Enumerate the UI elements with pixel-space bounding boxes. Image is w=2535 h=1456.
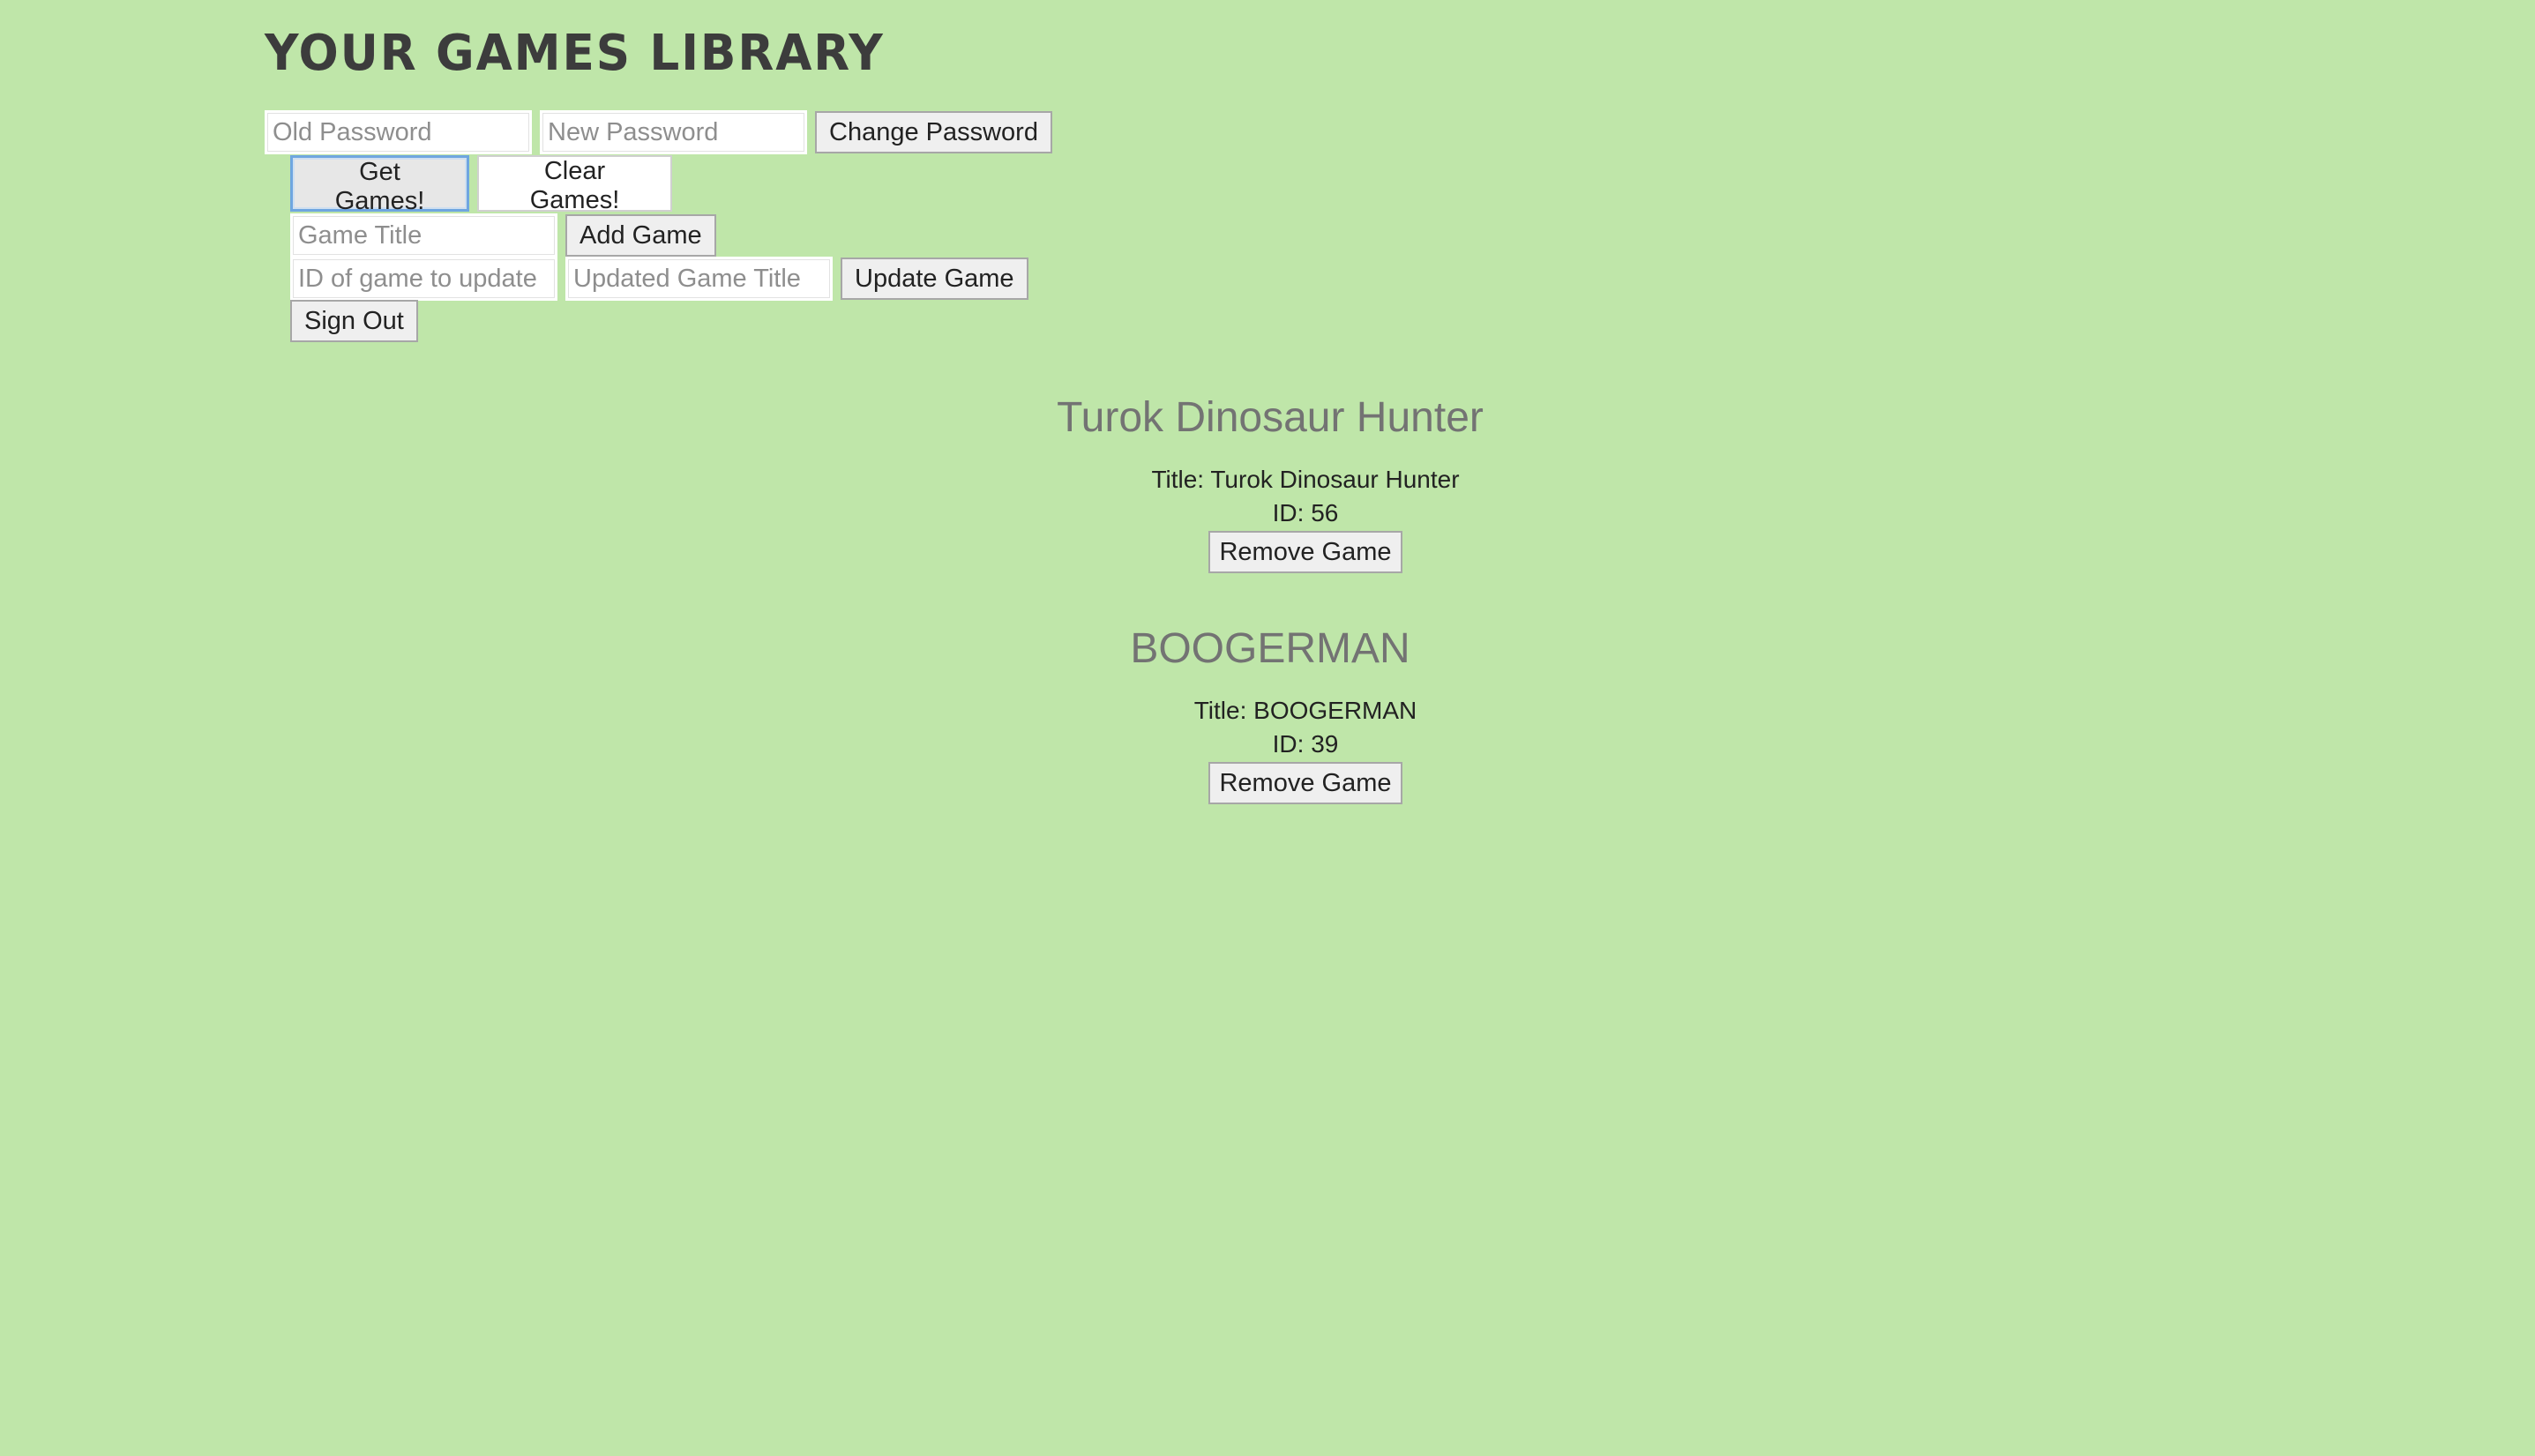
- sign-out-row: Sign Out: [290, 300, 418, 342]
- add-game-form: Add Game: [290, 213, 716, 258]
- updated-title-input[interactable]: [565, 257, 833, 301]
- game-heading: BOOGERMAN: [1130, 625, 1410, 672]
- remove-game-button[interactable]: Remove Game: [1208, 762, 1402, 804]
- game-id-text: ID: 56: [1272, 499, 1339, 526]
- update-game-form: Update Game: [290, 257, 1028, 301]
- old-password-input[interactable]: [265, 110, 532, 154]
- game-heading: Turok Dinosaur Hunter: [1057, 394, 1484, 441]
- add-game-button[interactable]: Add Game: [565, 214, 716, 257]
- game-title-text: Title: Turok Dinosaur Hunter: [1151, 466, 1460, 493]
- clear-games-button[interactable]: Clear Games!: [477, 155, 672, 214]
- game-id-text: ID: 39: [1272, 730, 1339, 758]
- get-games-button[interactable]: Get Games!: [290, 155, 469, 215]
- new-password-input[interactable]: [540, 110, 807, 154]
- page-title: Your Games Library: [265, 25, 885, 82]
- game-title-text: Title: BOOGERMAN: [1193, 697, 1417, 724]
- games-actions: Get Games! Clear Games!: [290, 155, 672, 215]
- game-title-input[interactable]: [290, 213, 557, 258]
- remove-game-button[interactable]: Remove Game: [1208, 531, 1402, 573]
- sign-out-button[interactable]: Sign Out: [290, 300, 418, 342]
- update-game-button[interactable]: Update Game: [841, 258, 1028, 300]
- change-password-button[interactable]: Change Password: [815, 111, 1052, 153]
- change-password-form: Change Password: [265, 110, 1052, 154]
- update-id-input[interactable]: [290, 257, 557, 301]
